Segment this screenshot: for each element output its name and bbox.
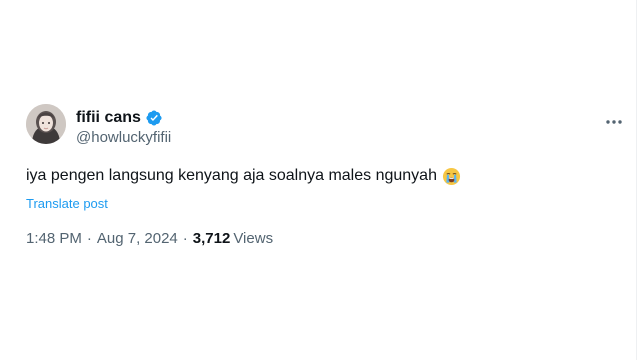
more-horizontal-icon[interactable] [604, 114, 624, 124]
verified-badge-icon [146, 110, 162, 126]
tweet-card: fifii cans @howluckyfifii iya pengen lan… [26, 104, 626, 247]
divider [636, 0, 637, 360]
tweet-date[interactable]: Aug 7, 2024 [97, 230, 178, 247]
tweet-header: fifii cans @howluckyfifii [26, 104, 626, 145]
tweet-text-row: iya pengen langsung kenyang aja soalnya … [26, 166, 626, 186]
tweet-text: iya pengen langsung kenyang aja soalnya … [26, 167, 437, 184]
page: fifii cans @howluckyfifii iya pengen lan… [0, 0, 640, 360]
avatar[interactable] [26, 104, 66, 144]
meta-separator: · [86, 230, 92, 247]
views-label: Views [233, 230, 274, 247]
views-count: 3,712 [192, 230, 231, 247]
handle[interactable]: @howluckyfifii [76, 130, 171, 145]
tweet-time[interactable]: 1:48 PM [26, 230, 82, 247]
avatar-image [26, 104, 66, 144]
display-name[interactable]: fifii cans [76, 110, 141, 126]
meta-separator: · [182, 230, 188, 247]
translate-post-link[interactable]: Translate post [26, 196, 626, 211]
loudly-crying-face-emoji-icon [442, 167, 461, 186]
name-row: fifii cans [76, 108, 171, 128]
author-names: fifii cans @howluckyfifii [76, 108, 171, 146]
tweet-meta: 1:48 PM · Aug 7, 2024 · 3,712 Views [26, 230, 626, 247]
